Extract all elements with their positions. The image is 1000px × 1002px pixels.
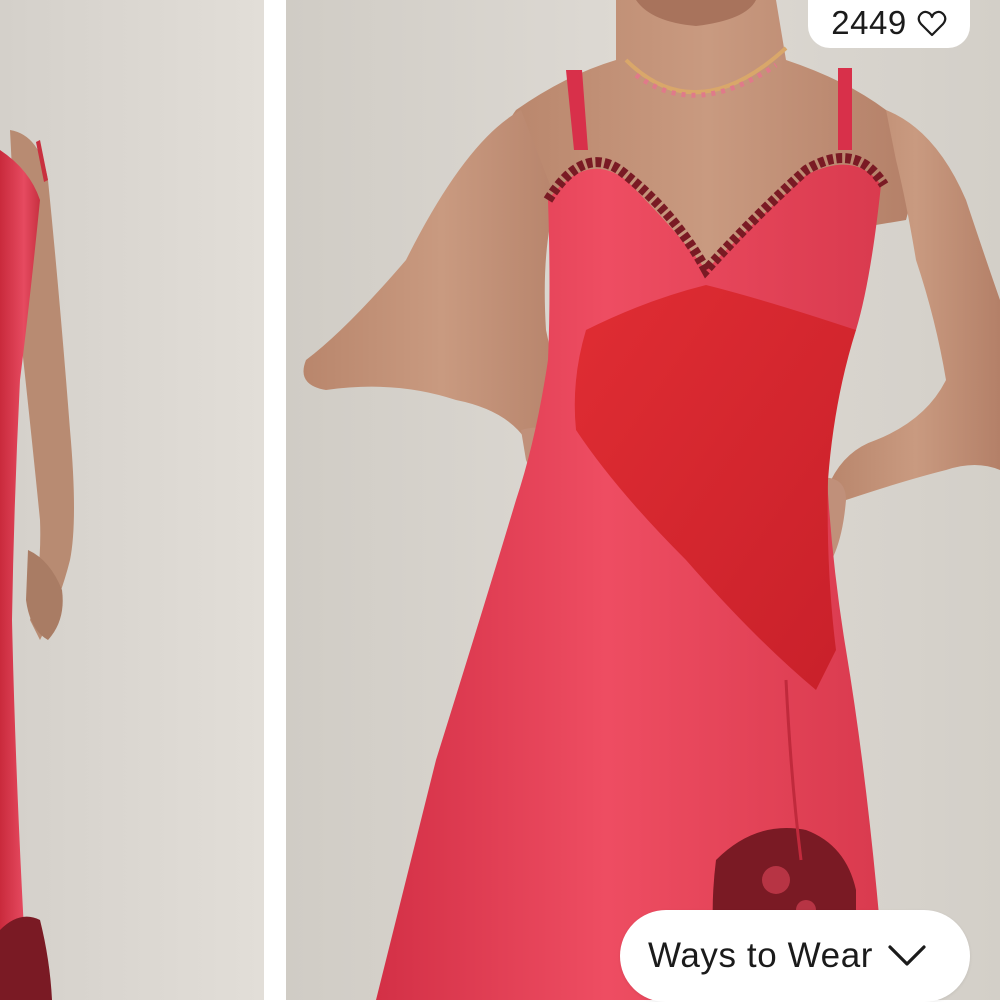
product-image-back-view[interactable] xyxy=(0,0,264,1000)
back-view-illustration xyxy=(0,0,264,1000)
product-image-front-view[interactable] xyxy=(286,0,1000,1000)
chevron-down-icon xyxy=(873,944,927,968)
front-view-illustration xyxy=(286,0,1000,1000)
ways-to-wear-label: Ways to Wear xyxy=(648,936,874,975)
heart-outline-icon xyxy=(917,9,947,37)
ways-to-wear-button[interactable]: Ways to Wear xyxy=(620,910,970,1002)
like-count: 2449 xyxy=(831,4,907,41)
like-button[interactable]: 2449 xyxy=(808,0,970,48)
